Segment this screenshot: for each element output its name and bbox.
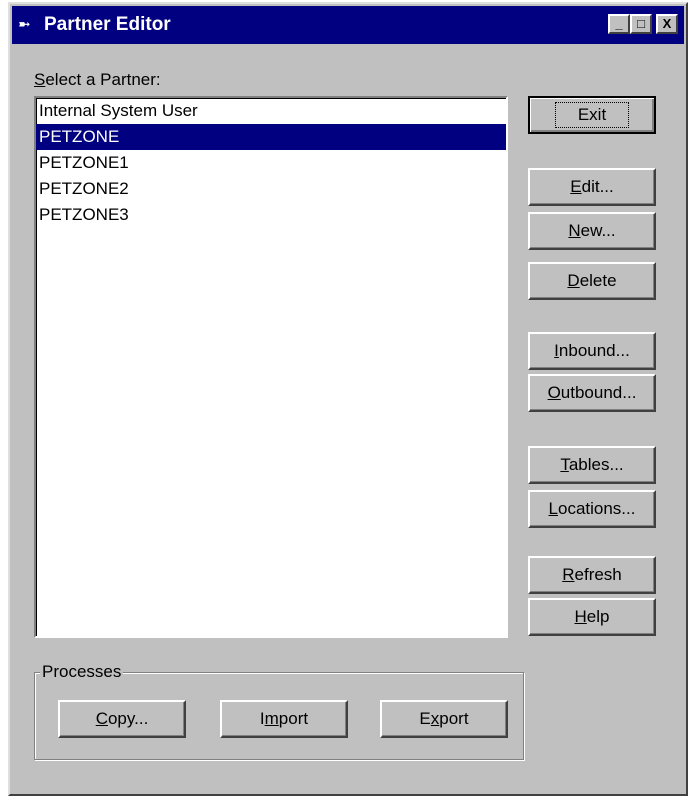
refresh-button[interactable]: Refresh: [528, 556, 656, 594]
maximize-button[interactable]: □: [630, 14, 652, 34]
close-button[interactable]: X: [656, 14, 678, 34]
select-partner-label: Select a Partner:: [34, 70, 161, 89]
exit-button[interactable]: Exit: [528, 96, 656, 134]
new-button[interactable]: New...: [528, 212, 656, 250]
export-button[interactable]: Export: [380, 700, 508, 738]
outbound-button[interactable]: Outbound...: [528, 374, 656, 412]
list-item[interactable]: Internal System User: [36, 98, 506, 124]
list-item[interactable]: PETZONE: [36, 124, 506, 150]
minimize-button[interactable]: _: [608, 14, 630, 34]
app-icon[interactable]: ➼: [18, 16, 42, 34]
list-item[interactable]: PETZONE1: [36, 150, 506, 176]
list-item[interactable]: PETZONE3: [36, 202, 506, 228]
locations-button[interactable]: Locations...: [528, 490, 656, 528]
inbound-button[interactable]: Inbound...: [528, 332, 656, 370]
list-item[interactable]: PETZONE2: [36, 176, 506, 202]
edit-button[interactable]: Edit...: [528, 168, 656, 206]
import-button[interactable]: Import: [220, 700, 348, 738]
copy-button[interactable]: Copy...: [58, 700, 186, 738]
title-bar[interactable]: ➼ Partner Editor _ □ X: [12, 6, 684, 44]
window-title: Partner Editor: [44, 14, 171, 35]
tables-button[interactable]: Tables...: [528, 446, 656, 484]
delete-button[interactable]: Delete: [528, 262, 656, 300]
partner-listbox[interactable]: Internal System User PETZONE PETZONE1 PE…: [34, 96, 508, 638]
help-button[interactable]: Help: [528, 598, 656, 636]
processes-label: Processes: [40, 662, 124, 682]
